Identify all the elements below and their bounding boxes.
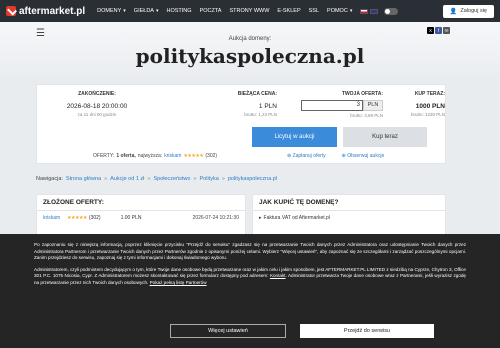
breadcrumb-separator: » [104, 176, 108, 182]
your-offer-column: TWOJA OFERTA: 3 PLN brutto: 3,69 PLN [287, 91, 383, 118]
offer-currency: PLN [363, 100, 383, 111]
rating-score: (302) [205, 153, 218, 159]
chevron-down-icon: ▾ [155, 8, 159, 14]
offers-count: 1 oferta, [116, 153, 136, 159]
hero: ☰ X f ✉ Aukcja domeny: polityka­spoleczn… [0, 22, 500, 80]
watch-links: ⊕ Zapłanuj oferty ⊕ Obserwuj aukcje [287, 153, 400, 159]
buy-now-label: KUP TERAZ: [414, 91, 445, 97]
bid-date: 2026-07-24 10:21:30 [192, 215, 239, 221]
how-to-buy-title: JAK KUPIĆ TĘ DOMENĘ? [253, 195, 445, 211]
breadcrumb-item-auctions[interactable]: Aukcje od 1 zł [110, 176, 144, 182]
logo[interactable]: aftermarket.pl [6, 6, 85, 17]
breadcrumb-item-domain[interactable]: politykaspoleczna.pl [228, 176, 277, 182]
chevron-down-icon: ▾ [349, 8, 353, 14]
end-label: ZAKOŃCZENIE: [78, 91, 116, 97]
nav-poczta[interactable]: POCZTA [200, 8, 222, 14]
current-price-label: BIEŻĄCA CENA: [237, 91, 277, 97]
contact-link[interactable]: Kontakt [270, 273, 286, 278]
flag-en-icon[interactable] [370, 8, 379, 14]
auction-panel: ZAKOŃCZENIE: 2026-08-18 20:00:00 za 11 d… [36, 84, 446, 164]
more-settings-button[interactable]: Więcej ustawień [170, 324, 286, 338]
current-price-gross: brutto: 1,23 PLN [244, 112, 277, 117]
rating-score: (302) [88, 215, 101, 221]
breadcrumb-item-home[interactable]: Strona główna [66, 176, 101, 182]
nav-hosting[interactable]: HOSTING [167, 8, 192, 14]
share-buttons: X f ✉ [426, 27, 450, 34]
buy-now-column: KUP TERAZ: 1000 PLN brutto: 1230 PLN [389, 91, 445, 117]
facebook-share-icon[interactable]: f [435, 27, 442, 34]
partners-list-link[interactable]: Pokaż pełną listę Partnerów [150, 280, 207, 285]
highest-bidder-link[interactable]: kriskam [164, 153, 181, 159]
logo-icon [6, 6, 16, 16]
nav-domeny[interactable]: DOMENY ▾ [97, 8, 126, 14]
current-price-value: 1 PLN [258, 103, 277, 110]
rating-stars-icon: ★★★★★ [183, 153, 204, 159]
table-row: kriskam ★★★★★ (302) 1.00 PLN 2026-07-24 … [37, 211, 245, 225]
x-share-icon[interactable]: X [427, 27, 434, 34]
breadcrumb-separator: » [221, 176, 225, 182]
bid-amount: 1.00 PLN [120, 215, 142, 221]
nav-pomoc[interactable]: POMOC ▾ [327, 8, 352, 14]
go-to-site-button[interactable]: Przejdź do serwisu [300, 324, 434, 338]
end-column: ZAKOŃCZENIE: 2026-08-18 20:00:00 za 11 d… [37, 91, 157, 117]
auction-label: Aukcja domeny: [228, 36, 272, 42]
list-item: ▸ Faktura VAT od Aftermarket.pl [259, 215, 330, 221]
check-icon: ▸ [259, 215, 262, 221]
offers-box-title: ZŁOŻONE OFERTY: [37, 195, 245, 211]
breadcrumb-item-society[interactable]: Społeczeństwo [153, 176, 190, 182]
end-date: 2026-08-18 20:00:00 [66, 103, 128, 110]
nav-e-sklep[interactable]: E-SKLEP [277, 8, 300, 14]
theme-toggle[interactable] [384, 7, 399, 15]
offer-input-group: 3 PLN [287, 100, 383, 111]
user-icon: 👤 [449, 8, 458, 15]
cookie-text-1: Po zapoznaniu się z niniejszą informacją… [34, 242, 466, 261]
breadcrumb-label: Nawigacja: [36, 176, 63, 182]
offers-summary: OFERTY: 1 oferta, najwyższa: kriskam ★★★… [93, 153, 218, 159]
logo-text: aftermarket.pl [19, 5, 86, 17]
cookie-consent-banner: Po zapoznaniu się z niniejszą informacją… [0, 234, 500, 348]
breadcrumb-separator: » [147, 176, 151, 182]
offer-input[interactable]: 3 [301, 100, 363, 111]
your-offer-label: TWOJA OFERTA: [341, 91, 383, 97]
top-bar: aftermarket.pl DOMENY ▾ GIEŁDA ▾ HOSTING P… [0, 0, 500, 22]
login-button[interactable]: 👤 Zaloguj się [442, 4, 494, 18]
chevron-down-icon: ▾ [123, 8, 126, 14]
mail-share-icon[interactable]: ✉ [443, 27, 450, 34]
domain-title: polityka­spoleczna.pl [135, 44, 365, 68]
buy-now-button[interactable]: Kup teraz [343, 127, 427, 147]
current-price-column: BIEŻĄCA CENA: 1 PLN brutto: 1,23 PLN [167, 91, 277, 117]
flag-pl-icon[interactable] [360, 8, 369, 14]
end-countdown: za 11 dni 00 godzin [77, 112, 117, 117]
cookie-text-2: Administratorem, czyli podmiotem decyduj… [34, 266, 466, 285]
nav-gielda[interactable]: GIEŁDA ▾ [134, 8, 159, 14]
bid-button[interactable]: Licytuj w aukcji [252, 127, 337, 147]
breadcrumb-separator: » [193, 176, 197, 182]
language-switcher [360, 7, 399, 15]
plan-offers-link[interactable]: ⊕ Zapłanuj oferty [287, 153, 334, 159]
rating-stars-icon: ★★★★★ [67, 215, 87, 221]
breadcrumb: Nawigacja: Strona główna » Aukcje od 1 z… [36, 176, 277, 182]
your-offer-gross: brutto: 3,69 PLN [350, 113, 383, 118]
watch-auction-link[interactable]: ⊕ Obserwuj aukcje [342, 153, 393, 159]
buy-now-gross: brutto: 1230 PLN [410, 112, 445, 117]
nav-strony-www[interactable]: STRONY WWW [229, 8, 269, 14]
main-nav: DOMENY ▾ GIEŁDA ▾ HOSTING POCZTA STRONY WW… [97, 8, 360, 14]
bidder-link[interactable]: kriskam [43, 215, 65, 221]
breadcrumb-item-politics[interactable]: Polityka [200, 176, 219, 182]
buy-now-value: 1000 PLN [415, 103, 445, 110]
nav-ssl[interactable]: SSL [309, 8, 319, 14]
